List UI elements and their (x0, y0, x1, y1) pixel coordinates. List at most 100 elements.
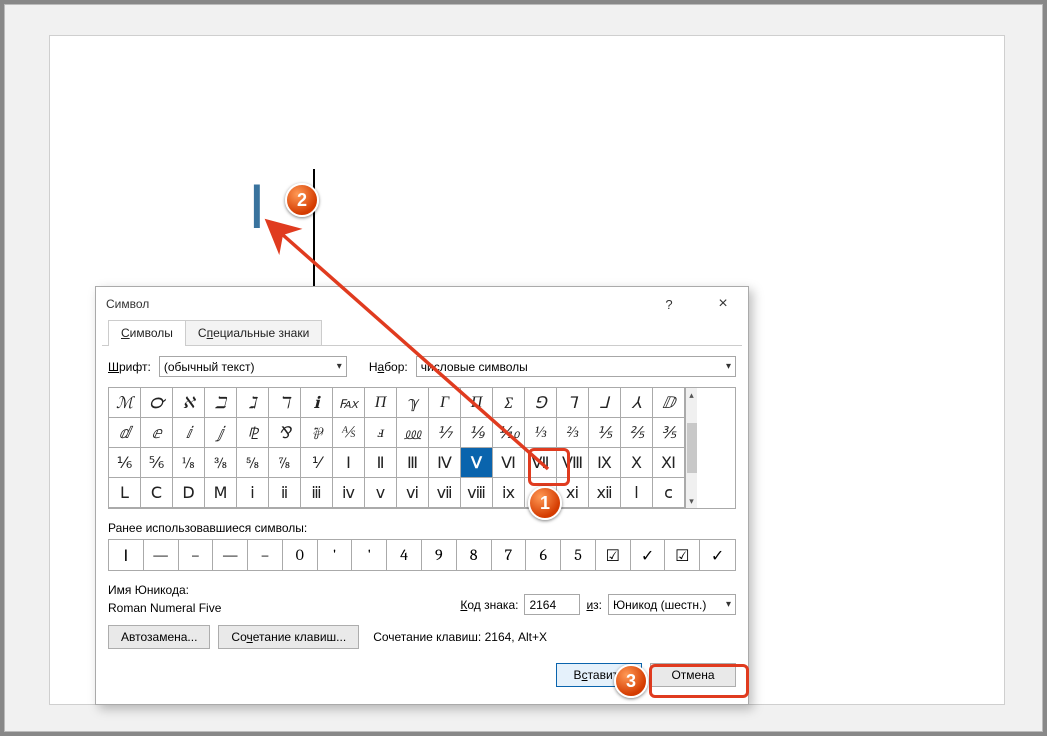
symbol-cell[interactable]: Ⅹ (621, 448, 653, 478)
from-select[interactable]: Юникод (шестн.) ▾ (608, 594, 736, 615)
symbol-cell[interactable]: ⅳ (333, 478, 365, 508)
symbol-cell[interactable]: ⅰ (237, 478, 269, 508)
symbol-cell[interactable]: ⅊ (237, 418, 269, 448)
symbol-cell[interactable]: ⅆ (109, 418, 141, 448)
symbol-cell[interactable]: ℳ (109, 388, 141, 418)
symbol-cell[interactable]: ⅄ (621, 388, 653, 418)
close-button[interactable]: × (708, 295, 738, 313)
recent-symbol-cell[interactable]: 7 (492, 540, 527, 570)
symbol-cell[interactable]: ⅅ (653, 388, 685, 418)
symbol-cell[interactable]: ℸ (269, 388, 301, 418)
symbol-cell[interactable]: ⅸ (493, 478, 525, 508)
recent-symbol-cell[interactable]: — (213, 540, 248, 570)
symbol-cell[interactable]: Π (365, 388, 397, 418)
symbol-cell[interactable]: Ⅳ (429, 448, 461, 478)
symbol-cell[interactable]: ⅍ (333, 418, 365, 448)
recent-symbol-cell[interactable]: 5 (561, 540, 596, 570)
symbol-cell[interactable]: ⅝ (237, 448, 269, 478)
symbol-cell[interactable]: Γ (429, 388, 461, 418)
symbol-cell[interactable]: ⅛ (173, 448, 205, 478)
symbol-cell[interactable]: Ⅴ (461, 448, 493, 478)
symbol-cell[interactable]: Ⅿ (205, 478, 237, 508)
symbol-cell[interactable]: ⅁ (525, 388, 557, 418)
recent-symbol-cell[interactable]: ✓ (700, 540, 735, 570)
symbol-cell[interactable]: ⅇ (141, 418, 173, 448)
autoreplace-button[interactable]: Автозамена... (108, 625, 210, 649)
symbol-cell[interactable]: ⅖ (621, 418, 653, 448)
symbol-cell[interactable]: Π (461, 388, 493, 418)
recent-symbol-cell[interactable]: 4 (387, 540, 422, 570)
symbol-cell[interactable]: Ⅸ (589, 448, 621, 478)
symbol-cell[interactable]: ⅻ (589, 478, 621, 508)
recent-symbol-cell[interactable]: 6 (526, 540, 561, 570)
symbol-cell[interactable]: ∑ (493, 388, 525, 418)
symbol-cell[interactable]: ⅟ (301, 448, 333, 478)
symbol-cell[interactable]: ⅉ (205, 418, 237, 448)
recent-symbol-cell[interactable]: ' (318, 540, 353, 570)
cancel-button[interactable]: Отмена (650, 663, 736, 687)
recent-symbol-cell[interactable]: – (248, 540, 283, 570)
symbol-cell[interactable]: ⅈ (173, 418, 205, 448)
recent-symbol-cell[interactable]: 0 (283, 540, 318, 570)
font-select[interactable]: (обычный текст) ▾ (159, 356, 347, 377)
recent-symbol-cell[interactable]: 9 (422, 540, 457, 570)
symbol-cell[interactable]: Ⅱ (365, 448, 397, 478)
symbol-cell[interactable]: ⅎ (365, 418, 397, 448)
help-button[interactable]: ? (654, 297, 684, 312)
symbol-cell[interactable]: Ⅷ (557, 448, 589, 478)
symbol-cell[interactable]: ⅂ (557, 388, 589, 418)
symbol-cell[interactable]: ⅃ (589, 388, 621, 418)
symbol-cell[interactable]: Ⅲ (397, 448, 429, 478)
symbol-cell[interactable]: Ⅰ (333, 448, 365, 478)
symbol-cell[interactable]: ⅗ (653, 418, 685, 448)
symbol-cell[interactable]: ⅱ (269, 478, 301, 508)
shortcut-button[interactable]: Сочетание клавиш... (218, 625, 359, 649)
symbol-cell[interactable]: Ⅶ (525, 448, 557, 478)
subset-select[interactable]: числовые символы ▾ (416, 356, 736, 377)
symbol-cell[interactable]: ℹ (301, 388, 333, 418)
symbol-cell[interactable]: ⅵ (397, 478, 429, 508)
symbol-cell[interactable]: ⅕ (589, 418, 621, 448)
symbol-cell[interactable]: ⅏ (397, 418, 429, 448)
symbol-cell[interactable]: ⅚ (141, 448, 173, 478)
symbol-cell[interactable]: ⅷ (461, 478, 493, 508)
symbol-cell[interactable]: Ⅾ (173, 478, 205, 508)
symbol-cell[interactable]: Ⅵ (493, 448, 525, 478)
symbol-cell[interactable]: ℶ (205, 388, 237, 418)
symbol-cell[interactable]: Ⅺ (653, 448, 685, 478)
symbol-cell[interactable]: Ⅽ (141, 478, 173, 508)
symbol-cell[interactable]: ⅌ (301, 418, 333, 448)
recent-symbol-cell[interactable]: ― (144, 540, 179, 570)
symbol-cell[interactable]: ℺ (141, 388, 173, 418)
symbol-cell[interactable]: ℵ (173, 388, 205, 418)
symbol-cell[interactable]: ⅼ (621, 478, 653, 508)
symbol-cell[interactable]: ⅐ (429, 418, 461, 448)
recent-symbol-cell[interactable]: – (179, 540, 214, 570)
symbol-cell[interactable]: ⅞ (269, 448, 301, 478)
symbol-cell[interactable]: ℻ (333, 388, 365, 418)
symbol-cell[interactable]: ⅶ (429, 478, 461, 508)
symbol-cell[interactable]: ⅙ (109, 448, 141, 478)
symbol-cell[interactable]: ℽ (397, 388, 429, 418)
grid-scrollbar[interactable]: ▴▾ (685, 388, 697, 508)
code-input[interactable]: 2164 (524, 594, 580, 615)
symbol-cell[interactable]: Ⅼ (109, 478, 141, 508)
recent-symbol-cell[interactable]: ☑ (596, 540, 631, 570)
symbol-cell[interactable]: ℷ (237, 388, 269, 418)
symbol-cell[interactable]: ⅴ (365, 478, 397, 508)
recent-symbol-cell[interactable]: ✓ (631, 540, 666, 570)
symbol-cell[interactable]: ⅒ (493, 418, 525, 448)
recent-symbol-cell[interactable]: Ⅰ (109, 540, 144, 570)
symbol-cell[interactable]: ⅑ (461, 418, 493, 448)
symbol-cell[interactable]: ⅋ (269, 418, 301, 448)
recent-symbol-cell[interactable]: ☑ (665, 540, 700, 570)
symbol-cell[interactable]: ⅔ (557, 418, 589, 448)
recent-symbol-cell[interactable]: 8 (457, 540, 492, 570)
recent-symbol-cell[interactable]: ' (352, 540, 387, 570)
tab-special-chars[interactable]: Специальные знаки (185, 320, 322, 346)
symbol-cell[interactable]: ⅲ (301, 478, 333, 508)
symbol-cell[interactable]: ⅜ (205, 448, 237, 478)
symbol-cell[interactable]: ⅓ (525, 418, 557, 448)
tab-symbols[interactable]: Символы (108, 320, 186, 346)
symbol-cell[interactable]: ⅽ (653, 478, 685, 508)
